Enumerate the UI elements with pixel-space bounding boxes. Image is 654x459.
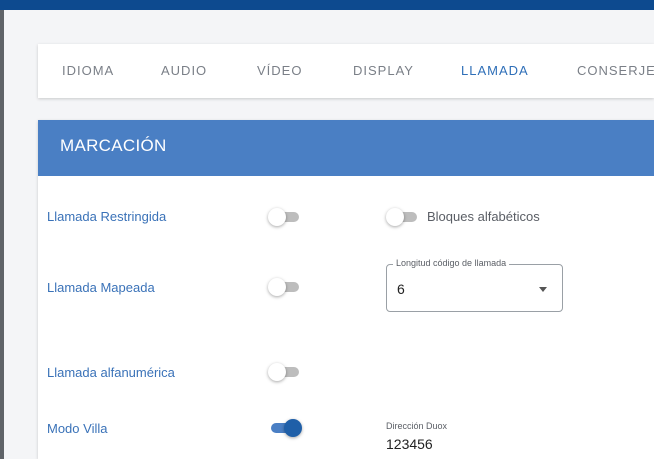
- bloques-alfabeticos-toggle[interactable]: [386, 207, 420, 227]
- longitud-codigo-label: Longitud código de llamada: [393, 258, 510, 268]
- toggle-knob: [268, 278, 286, 296]
- section-header: MARCACIÓN: [38, 120, 654, 176]
- app-top-bar: [0, 0, 654, 10]
- llamada-mapeada-toggle[interactable]: [268, 277, 302, 297]
- llamada-alfanumerica-toggle[interactable]: [268, 362, 302, 382]
- longitud-codigo-select[interactable]: Longitud código de llamada 6: [386, 258, 563, 312]
- direccion-duox-label: Dirección Duox: [386, 421, 448, 431]
- toggle-knob: [386, 208, 404, 226]
- tab-conserje[interactable]: CONSERJE: [577, 44, 654, 98]
- llamada-mapeada-label: Llamada Mapeada: [47, 280, 155, 295]
- modo-villa-label: Modo Villa: [47, 421, 108, 436]
- toggle-knob: [268, 363, 286, 381]
- section-title: MARCACIÓN: [60, 136, 167, 155]
- direccion-duox-input[interactable]: 123456: [386, 436, 433, 452]
- tab-idioma[interactable]: IDIOMA: [62, 44, 114, 98]
- caret-down-icon: [539, 287, 547, 292]
- llamada-restringida-toggle[interactable]: [268, 207, 302, 227]
- longitud-codigo-value: 6: [397, 281, 405, 297]
- llamada-restringida-label: Llamada Restringida: [47, 209, 167, 224]
- toggle-knob: [268, 208, 286, 226]
- tab-llamada[interactable]: LLAMADA: [461, 44, 529, 98]
- tab-video[interactable]: VÍDEO: [257, 44, 302, 98]
- tab-display[interactable]: DISPLAY: [353, 44, 414, 98]
- settings-tab-bar: IDIOMA AUDIO VÍDEO DISPLAY LLAMADA CONSE…: [38, 44, 654, 98]
- toggle-knob: [284, 419, 302, 437]
- modo-villa-toggle[interactable]: [268, 418, 302, 438]
- llamada-alfanumerica-label: Llamada alfanumérica: [47, 365, 175, 380]
- bloques-alfabeticos-label: Bloques alfabéticos: [427, 209, 540, 224]
- tab-audio[interactable]: AUDIO: [161, 44, 207, 98]
